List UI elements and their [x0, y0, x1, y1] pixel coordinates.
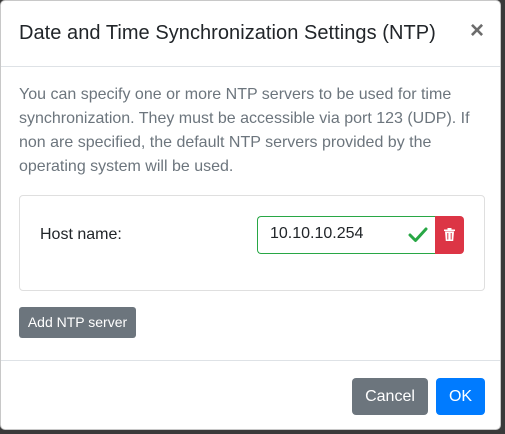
host-name-value: 10.10.10.254 — [270, 225, 364, 242]
check-icon — [408, 227, 428, 242]
add-ntp-server-button[interactable]: Add NTP server — [19, 307, 136, 338]
ntp-settings-dialog: Date and Time Synchronization Settings (… — [0, 0, 501, 430]
dialog-header: Date and Time Synchronization Settings (… — [1, 1, 500, 67]
host-name-input[interactable]: 10.10.10.254 — [257, 216, 436, 254]
dialog-footer: Cancel OK — [1, 361, 500, 429]
dialog-body: You can specify one or more NTP servers … — [1, 67, 500, 361]
ok-button[interactable]: OK — [436, 378, 485, 415]
cancel-button[interactable]: Cancel — [352, 378, 428, 415]
description-text: You can specify one or more NTP servers … — [19, 86, 470, 175]
trash-icon — [444, 228, 455, 241]
close-icon[interactable]: × — [466, 18, 488, 44]
delete-server-button[interactable] — [435, 216, 464, 254]
ntp-server-card: Host name: 10.10.10.254 — [19, 195, 485, 291]
dialog-title: Date and Time Synchronization Settings (… — [19, 22, 436, 44]
host-name-label: Host name: — [40, 226, 122, 243]
